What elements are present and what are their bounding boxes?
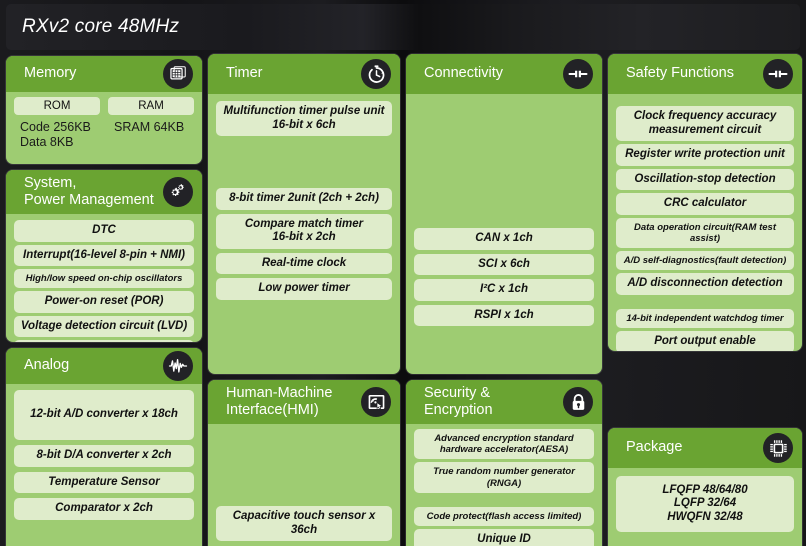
panel-hmi-title: Human-Machine Interface(HMI)	[226, 384, 333, 418]
panel-timer-body: Multifunction timer pulse unit 16-bit x …	[208, 94, 400, 374]
feature-pill[interactable]: A/D disconnection detection	[616, 273, 794, 295]
panel-package-header: Package	[608, 428, 802, 468]
feature-pill[interactable]: CRC calculator	[616, 193, 794, 215]
memory-ram-label: RAM	[108, 97, 194, 115]
lock-icon	[563, 387, 593, 417]
panel-timer-header: Timer	[208, 54, 400, 94]
feature-pill[interactable]: High/low speed on-chip oscillators	[14, 269, 194, 289]
panel-analog-title: Analog	[24, 357, 70, 374]
stopwatch-icon	[361, 59, 391, 89]
panel-package-body: LFQFP 48/64/80 LQFP 32/64 HWQFN 32/48	[608, 468, 802, 540]
feature-pill[interactable]: DTC	[14, 220, 194, 242]
feature-pill[interactable]: 8-bit timer 2unit (2ch + 2ch)	[216, 188, 392, 210]
timer-bottom-spacer	[216, 300, 392, 366]
core-title-bar: RXv2 core 48MHz	[6, 4, 800, 50]
panel-connectivity-body: CAN x 1ch SCI x 6ch I²C x 1ch RSPI x 1ch	[406, 94, 602, 374]
feature-pill[interactable]: A/D self-diagnostics(fault detection)	[616, 251, 794, 271]
panel-human-machine-interface[interactable]: Human-Machine Interface(HMI) Capacitive …	[208, 380, 400, 546]
feature-pill[interactable]: Power-on reset (POR)	[14, 291, 194, 313]
feature-pill[interactable]: 12-bit A/D converter x 18ch	[14, 390, 194, 440]
feature-pill[interactable]: Multifunction timer pulse unit 16-bit x …	[216, 101, 392, 137]
panel-security-header: Security & Encryption	[406, 380, 602, 424]
feature-pill[interactable]: True random number generator (RNGA)	[414, 462, 594, 493]
feature-pill[interactable]: I²C x 1ch	[414, 279, 594, 301]
feature-pill[interactable]: Temperature Sensor	[14, 471, 194, 494]
feature-pill[interactable]: Register write protection unit	[616, 144, 794, 166]
memory-rom-column: ROM Code 256KB Data 8KB	[14, 97, 100, 151]
feature-pill[interactable]: Voltage detection circuit (LVD)	[14, 315, 194, 338]
panel-security-body: Advanced encryption standard hardware ac…	[406, 424, 602, 546]
memory-ram-detail: SRAM 64KB	[114, 120, 185, 134]
memory-rom-label: ROM	[14, 97, 100, 115]
panel-security-encryption[interactable]: Security & Encryption Advanced encryptio…	[406, 380, 602, 546]
panel-analog[interactable]: Analog 12-bit A/D converter x 18ch 8-bit…	[6, 348, 202, 546]
memory-chip-icon	[163, 59, 193, 89]
feature-pill[interactable]: Capacitive touch sensor x 36ch	[216, 506, 392, 542]
panel-memory[interactable]: Memory ROM Code 256KB Data 8KB RAM SRAM …	[6, 56, 202, 164]
connector-plug-icon	[763, 59, 793, 89]
feature-pill[interactable]: Oscillation-stop detection	[616, 168, 794, 191]
feature-pill[interactable]: 14-bit independent watchdog timer	[616, 308, 794, 329]
memory-rom-detail: Code 256KB Data 8KB	[20, 120, 91, 150]
feature-pill[interactable]: Data operation circuit(RAM test assist)	[616, 217, 794, 249]
panel-hmi-body: Capacitive touch sensor x 36ch	[208, 424, 400, 546]
feature-pill[interactable]: Clock frequency accuracy measurement cir…	[616, 106, 794, 142]
core-title-text: RXv2 core 48MHz	[22, 16, 180, 37]
touchscreen-icon	[361, 387, 391, 417]
safety-group-spacer	[616, 298, 794, 306]
waveform-icon	[163, 351, 193, 381]
feature-pill[interactable]: Unique ID	[414, 529, 594, 546]
timer-lower-group: 8-bit timer 2unit (2ch + 2ch) Compare ma…	[216, 188, 392, 300]
feature-pill[interactable]: Code protect(flash access limited)	[414, 506, 594, 527]
connectivity-top-spacer	[414, 101, 594, 224]
panel-system-power-title: System, Power Management	[24, 174, 154, 208]
feature-pill[interactable]: Real-time clock	[216, 252, 392, 275]
panel-system-power-body: DTC Interrupt(16-level 8-pin + NMI) High…	[6, 214, 202, 342]
security-group-spacer	[414, 496, 594, 504]
feature-pill[interactable]: Interrupt(16-level 8-pin + NMI)	[14, 244, 194, 267]
feature-pill[interactable]: Advanced encryption standard hardware ac…	[414, 429, 594, 460]
feature-pill[interactable]: Event link controller	[14, 340, 194, 342]
feature-pill[interactable]: 8-bit D/A converter x 2ch	[14, 445, 194, 467]
qfp-chip-icon	[763, 433, 793, 463]
feature-pill[interactable]: Low power timer	[216, 278, 392, 300]
panel-memory-title: Memory	[24, 65, 77, 82]
feature-pill[interactable]: Port output enable	[616, 331, 794, 351]
memory-ram-column: RAM SRAM 64KB	[108, 97, 194, 151]
panel-package-title: Package	[626, 439, 683, 456]
panel-safety-title: Safety Functions	[626, 65, 734, 82]
feature-pill[interactable]: Comparator x 2ch	[14, 498, 194, 520]
panel-connectivity-header: Connectivity	[406, 54, 602, 94]
diagram-root: RXv2 core 48MHz Memory ROM Code 256KB Da…	[0, 0, 806, 546]
panel-analog-header: Analog	[6, 348, 202, 384]
gears-icon	[163, 177, 193, 207]
memory-rows: ROM Code 256KB Data 8KB RAM SRAM 64KB	[14, 97, 194, 151]
feature-pill[interactable]: LFQFP 48/64/80 LQFP 32/64 HWQFN 32/48	[616, 476, 794, 532]
panel-system-power-header: System, Power Management	[6, 170, 202, 214]
panel-timer[interactable]: Timer Multifunction timer pulse unit 16-…	[208, 54, 400, 374]
panel-hmi-header: Human-Machine Interface(HMI)	[208, 380, 400, 424]
feature-pill[interactable]: CAN x 1ch	[414, 228, 594, 250]
hmi-top-spacer	[216, 430, 392, 502]
feature-pill[interactable]: RSPI x 1ch	[414, 304, 594, 327]
panel-memory-header: Memory	[6, 56, 202, 92]
panel-package[interactable]: Package LFQFP 48/64/80 LQFP 32/64 HWQFN …	[608, 428, 802, 546]
panel-memory-body: ROM Code 256KB Data 8KB RAM SRAM 64KB	[6, 92, 202, 159]
panel-analog-body: 12-bit A/D converter x 18ch 8-bit D/A co…	[6, 384, 202, 528]
panel-safety-header: Safety Functions	[608, 54, 802, 94]
panel-safety-functions[interactable]: Safety Functions Clock frequency accurac…	[608, 54, 802, 351]
connector-plug-icon	[563, 59, 593, 89]
timer-spacer	[216, 136, 392, 188]
panel-connectivity-title: Connectivity	[424, 65, 503, 82]
panel-system-power-management[interactable]: System, Power Management DTC Interrupt(1…	[6, 170, 202, 342]
feature-pill[interactable]: SCI x 6ch	[414, 253, 594, 276]
feature-pill[interactable]: Compare match timer 16-bit x 2ch	[216, 213, 392, 249]
panel-connectivity[interactable]: Connectivity CAN x 1ch SCI x 6ch I²C x 1…	[406, 54, 602, 374]
panel-timer-title: Timer	[226, 65, 263, 82]
panel-security-title: Security & Encryption	[424, 384, 493, 418]
panel-safety-body: Clock frequency accuracy measurement cir…	[608, 94, 802, 351]
